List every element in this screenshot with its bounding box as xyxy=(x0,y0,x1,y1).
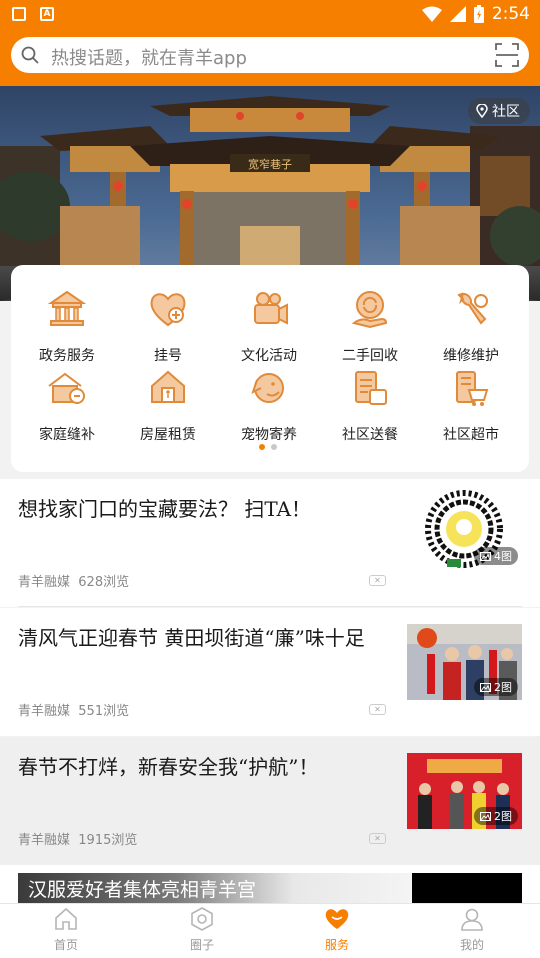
tab-label: 服务 xyxy=(324,938,349,952)
image-count-badge: 2图 xyxy=(474,678,518,696)
image-count: 2图 xyxy=(494,681,512,694)
tab-circle[interactable]: 圈子 xyxy=(162,907,242,953)
news-title: 想找家门口的宝藏要法？ 扫TA！ xyxy=(18,497,312,521)
news-source: 青羊融媒 xyxy=(18,575,71,590)
home-icon xyxy=(55,907,77,930)
dismiss-icon[interactable]: ✕ xyxy=(369,704,386,715)
camera-activity-icon xyxy=(254,292,288,325)
dismiss-icon[interactable]: ✕ xyxy=(369,833,386,844)
recycle-hand-icon xyxy=(351,291,388,329)
status-time: 2:54 xyxy=(491,4,530,24)
divider xyxy=(18,606,522,607)
circle-hexagon-icon xyxy=(191,907,213,931)
service-item-register[interactable]: 挂号 xyxy=(118,287,218,365)
news-views: 628浏览 xyxy=(78,575,130,590)
service-label: 房屋租赁 xyxy=(140,427,196,443)
service-label: 维修维护 xyxy=(443,348,499,364)
signal-icon xyxy=(449,6,466,22)
search-icon xyxy=(21,46,39,64)
news-source: 青羊融媒 xyxy=(18,833,71,848)
service-item-government[interactable]: 政务服务 xyxy=(17,287,117,365)
service-label: 二手回收 xyxy=(342,348,398,364)
image-count: 4图 xyxy=(494,550,512,563)
wifi-icon xyxy=(421,6,442,22)
service-label: 社区送餐 xyxy=(342,427,398,443)
news-views: 1915浏览 xyxy=(78,833,138,848)
heart-service-icon xyxy=(325,909,349,929)
service-label: 文化活动 xyxy=(241,348,297,364)
house-rent-icon xyxy=(151,370,185,403)
service-label: 家庭缝补 xyxy=(39,427,95,443)
gate-sign-text: 宽窄巷子 xyxy=(248,157,292,171)
supermarket-icon xyxy=(456,371,489,406)
location-label: 社区 xyxy=(492,104,520,120)
page-dot xyxy=(271,444,277,450)
service-item-supermarket[interactable]: 社区超市 xyxy=(421,366,521,444)
wrench-icon xyxy=(457,292,488,325)
news-meta: 青羊融媒 551浏览 xyxy=(18,700,129,719)
service-grid: 政务服务 挂号 文化活动 二手回收 维修维护 家庭缝补 房屋租赁 宠物寄养 社区… xyxy=(11,265,529,472)
service-label: 政务服务 xyxy=(39,348,95,364)
scan-icon[interactable] xyxy=(495,43,519,67)
pet-dog-icon xyxy=(251,373,284,403)
location-pin-icon xyxy=(476,104,488,118)
image-count-badge: 2图 xyxy=(474,807,518,825)
service-label: 挂号 xyxy=(154,348,182,364)
app-notification-icon: A xyxy=(40,7,54,21)
news-views: 551浏览 xyxy=(78,704,130,719)
header: 热搜话题，就在青羊app xyxy=(0,30,540,86)
service-item-rental[interactable]: 房屋租赁 xyxy=(118,366,218,444)
news-item[interactable]: 清风气正迎春节 黄田坝街道“廉”味十足 青羊融媒 551浏览 ✕ 2图 xyxy=(0,608,540,736)
page-indicator xyxy=(259,444,277,450)
meal-delivery-icon xyxy=(355,371,387,405)
service-item-pet[interactable]: 宠物寄养 xyxy=(219,366,319,444)
sewing-home-icon xyxy=(48,372,85,404)
news-meta: 青羊融媒 1915浏览 xyxy=(18,829,137,848)
service-item-recycle[interactable]: 二手回收 xyxy=(320,287,420,365)
search-input[interactable]: 热搜话题，就在青羊app xyxy=(51,44,247,70)
person-icon xyxy=(461,908,483,931)
service-item-repair[interactable]: 维修维护 xyxy=(421,287,521,365)
tab-label: 我的 xyxy=(459,938,484,952)
news-item[interactable]: 春节不打烊，新春安全我“护航”！ 青羊融媒 1915浏览 ✕ 2图 xyxy=(0,737,540,865)
tab-service[interactable]: 服务 xyxy=(297,907,377,953)
image-icon xyxy=(480,811,491,821)
notification-icon xyxy=(12,7,26,21)
video-title: 汉服爱好者集体亮相青羊宫 xyxy=(28,879,257,901)
tab-label: 圈子 xyxy=(189,938,214,952)
location-badge[interactable]: 社区 xyxy=(468,98,530,124)
service-item-meal[interactable]: 社区送餐 xyxy=(320,366,420,444)
image-count-badge: 4图 xyxy=(474,547,518,565)
news-title: 春节不打烊，新春安全我“护航”！ xyxy=(18,755,319,779)
tab-label: 首页 xyxy=(53,938,78,952)
news-meta: 青羊融媒 628浏览 xyxy=(18,571,129,590)
search-bar[interactable]: 热搜话题，就在青羊app xyxy=(11,37,529,73)
news-thumbnail: 4图 xyxy=(407,489,522,569)
heart-plus-icon xyxy=(150,293,186,327)
status-bar: A 2:54 xyxy=(0,0,540,30)
news-thumbnail: 2图 xyxy=(407,624,522,700)
image-icon xyxy=(480,682,491,692)
image-icon xyxy=(480,551,491,561)
tab-profile[interactable]: 我的 xyxy=(432,907,512,953)
tab-home[interactable]: 首页 xyxy=(26,907,106,953)
service-item-sewing[interactable]: 家庭缝补 xyxy=(17,366,117,444)
service-item-culture[interactable]: 文化活动 xyxy=(219,287,319,365)
service-label: 社区超市 xyxy=(443,427,499,443)
bottom-tab-bar: 首页 圈子 服务 我的 xyxy=(0,903,540,958)
service-label: 宠物寄养 xyxy=(241,427,297,443)
image-count: 2图 xyxy=(494,810,512,823)
government-building-icon xyxy=(47,290,87,326)
battery-icon xyxy=(473,5,484,23)
news-item[interactable]: 想找家门口的宝藏要法？ 扫TA！ 青羊融媒 628浏览 ✕ 4图 xyxy=(0,479,540,607)
page-dot-active xyxy=(259,444,265,450)
news-thumbnail: 2图 xyxy=(407,753,522,829)
dismiss-icon[interactable]: ✕ xyxy=(369,575,386,586)
news-title: 清风气正迎春节 黄田坝街道“廉”味十足 xyxy=(18,626,365,650)
news-source: 青羊融媒 xyxy=(18,704,71,719)
video-preview[interactable]: 汉服爱好者集体亮相青羊宫 xyxy=(18,873,522,903)
